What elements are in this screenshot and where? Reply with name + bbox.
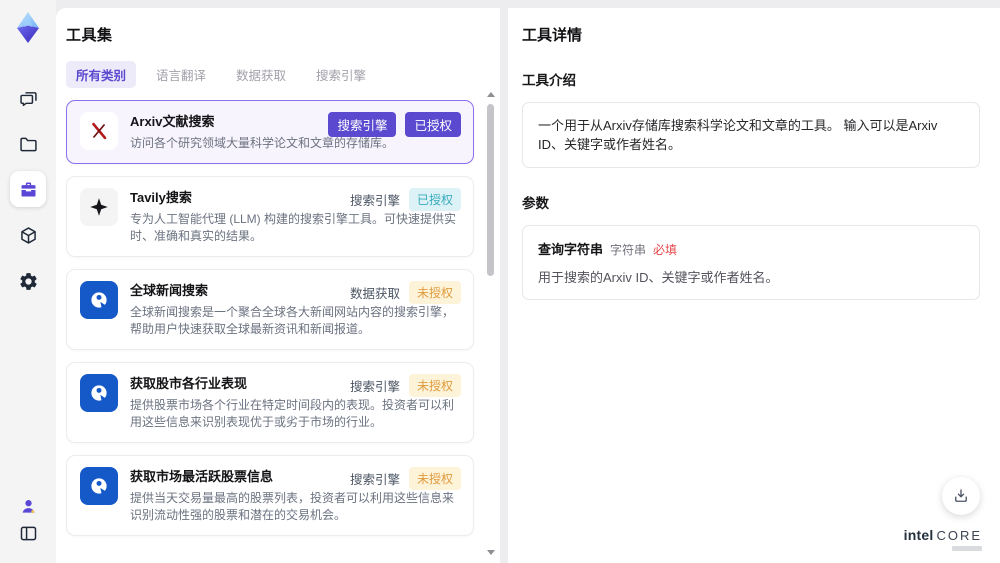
tool-card[interactable]: 全球新闻搜索 全球新闻搜索是一个聚合全球各大新闻网站内容的搜索引擎，帮助用户快速… (66, 269, 474, 350)
brand-bar (952, 546, 982, 551)
intro-text: 一个用于从Arxiv存储库搜索科学论文和文章的工具。 输入可以是Arxiv ID… (538, 118, 938, 152)
params-heading: 参数 (522, 196, 549, 211)
settings-icon[interactable] (10, 263, 46, 299)
star-icon (80, 188, 118, 226)
download-icon (955, 489, 967, 502)
category-tabs: 所有类别 语言翻译 数据获取 搜索引擎 (66, 61, 500, 88)
folder-icon[interactable] (10, 126, 46, 162)
tool-auth-badge: 未授权 (408, 374, 461, 397)
tool-category-badge: 数据获取 (349, 287, 400, 301)
tool-badges: 搜索引擎 已授权 (328, 112, 461, 137)
tool-category-badge: 搜索引擎 (328, 112, 397, 137)
core-wordmark: core (936, 528, 982, 543)
arxiv-icon (80, 112, 118, 150)
tab-data-fetching[interactable]: 数据获取 (226, 61, 296, 88)
panel-divider (500, 8, 508, 563)
tool-card[interactable]: Tavily搜索 专为人工智能代理 (LLM) 构建的搜索引擎工具。可快速提供实… (66, 176, 474, 257)
tool-card[interactable]: 获取股市各行业表现 提供股票市场各个行业在特定时间段内的表现。投资者可以利用这些… (66, 362, 474, 443)
param-type: 字符串 (610, 243, 647, 257)
param-required-badge: 必填 (653, 243, 678, 257)
toolbox-icon[interactable] (10, 171, 46, 207)
tool-badges: 搜索引擎 已授权 (350, 188, 461, 211)
tool-badges: 搜索引擎 未授权 (350, 374, 461, 397)
tool-card[interactable]: Arxiv文献搜索 访问各个研究领域大量科学论文和文章的存储库。 搜索引擎 已授… (66, 100, 474, 164)
download-button[interactable] (942, 477, 980, 515)
tab-all-categories[interactable]: 所有类别 (66, 61, 137, 88)
tool-auth-badge: 已授权 (405, 112, 461, 137)
page-title: 工具集 (66, 27, 113, 44)
scrollbar-up-arrow[interactable] (487, 92, 495, 97)
blue-e-icon (80, 467, 118, 505)
cube-icon[interactable] (10, 217, 46, 253)
chat-icon[interactable] (10, 80, 46, 116)
intro-box: 一个用于从Arxiv存储库搜索科学论文和文章的工具。 输入可以是Arxiv ID… (522, 102, 980, 168)
tool-category-badge: 搜索引擎 (349, 380, 400, 394)
tool-auth-badge: 未授权 (408, 281, 461, 304)
list-scrollbar[interactable] (486, 92, 495, 555)
param-description: 用于搜索的Arxiv ID、关键字或作者姓名。 (538, 270, 779, 285)
main-surface: 工具集 所有类别 语言翻译 数据获取 搜索引擎 Arxiv文献搜索 访问各个研究… (56, 8, 1000, 563)
tool-category-badge: 搜索引擎 (349, 473, 400, 487)
tool-description: 全球新闻搜索是一个聚合全球各大新闻网站内容的搜索引擎，帮助用户快速获取全球最新资… (130, 305, 455, 336)
intel-wordmark: intel (903, 527, 934, 543)
tool-auth-badge: 已授权 (408, 188, 461, 211)
tool-badges: 搜索引擎 未授权 (350, 467, 461, 490)
tool-badges: 数据获取 未授权 (350, 281, 461, 304)
tab-language-translation[interactable]: 语言翻译 (146, 61, 216, 88)
param-head: 查询字符串 字符串 必填 (538, 239, 964, 258)
blue-e-icon (80, 281, 118, 319)
tool-description: 专为人工智能代理 (LLM) 构建的搜索引擎工具。可快速提供实时、准确和真实的结… (130, 212, 457, 243)
app-window: 工具集 所有类别 语言翻译 数据获取 搜索引擎 Arxiv文献搜索 访问各个研究… (0, 0, 1000, 563)
scrollbar-down-arrow[interactable] (487, 550, 495, 555)
tool-list-panel: 工具集 所有类别 语言翻译 数据获取 搜索引擎 Arxiv文献搜索 访问各个研究… (56, 8, 500, 563)
tool-description: 访问各个研究领域大量科学论文和文章的存储库。 (130, 136, 395, 150)
tool-card[interactable]: 获取市场最活跃股票信息 提供当天交易量最高的股票列表，投资者可以利用这些信息来识… (66, 455, 474, 536)
intro-heading: 工具介绍 (522, 73, 576, 88)
tool-detail-panel: 工具详情 工具介绍 一个用于从Arxiv存储库搜索科学论文和文章的工具。 输入可… (508, 8, 1000, 563)
tool-auth-badge: 未授权 (408, 467, 461, 490)
app-logo-icon (8, 8, 48, 48)
intel-core-logo: intel core (904, 527, 982, 551)
param-box: 查询字符串 字符串 必填 用于搜索的Arxiv ID、关键字或作者姓名。 (522, 225, 980, 300)
panel-toggle-icon[interactable] (10, 515, 46, 551)
detail-title: 工具详情 (522, 27, 583, 44)
tool-category-badge: 搜索引擎 (349, 194, 400, 208)
tool-description: 提供股票市场各个行业在特定时间段内的表现。投资者可以利用这些信息来识别表现优于或… (130, 398, 455, 429)
scrollbar-thumb[interactable] (487, 104, 494, 276)
blue-e-icon (80, 374, 118, 412)
tool-list: Arxiv文献搜索 访问各个研究领域大量科学论文和文章的存储库。 搜索引擎 已授… (66, 100, 500, 538)
left-rail (0, 0, 56, 563)
param-name: 查询字符串 (538, 242, 604, 257)
tab-search-engine[interactable]: 搜索引擎 (306, 61, 376, 88)
tool-description: 提供当天交易量最高的股票列表，投资者可以利用这些信息来识别流动性强的股票和潜在的… (130, 491, 455, 522)
